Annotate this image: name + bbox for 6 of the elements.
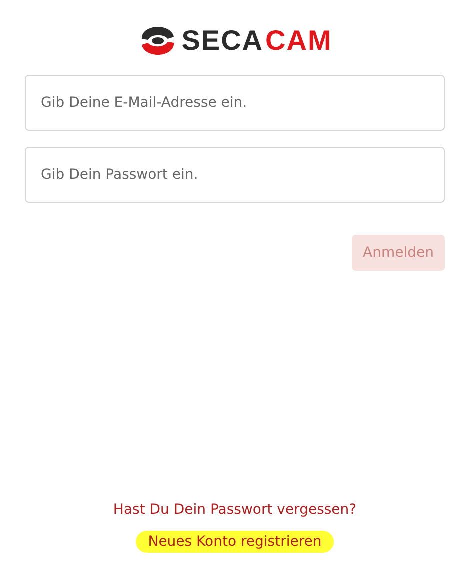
logo-text: SECA xyxy=(182,26,264,56)
forgot-password-link[interactable]: Hast Du Dein Passwort vergessen? xyxy=(101,499,369,521)
email-field[interactable]: Gib Deine E-Mail-Adresse ein. xyxy=(25,75,445,131)
password-field[interactable]: Gib Dein Passwort ein. xyxy=(25,147,445,203)
register-link[interactable]: Neues Konto registrieren xyxy=(136,531,334,553)
logo-text: CAM xyxy=(266,26,332,56)
